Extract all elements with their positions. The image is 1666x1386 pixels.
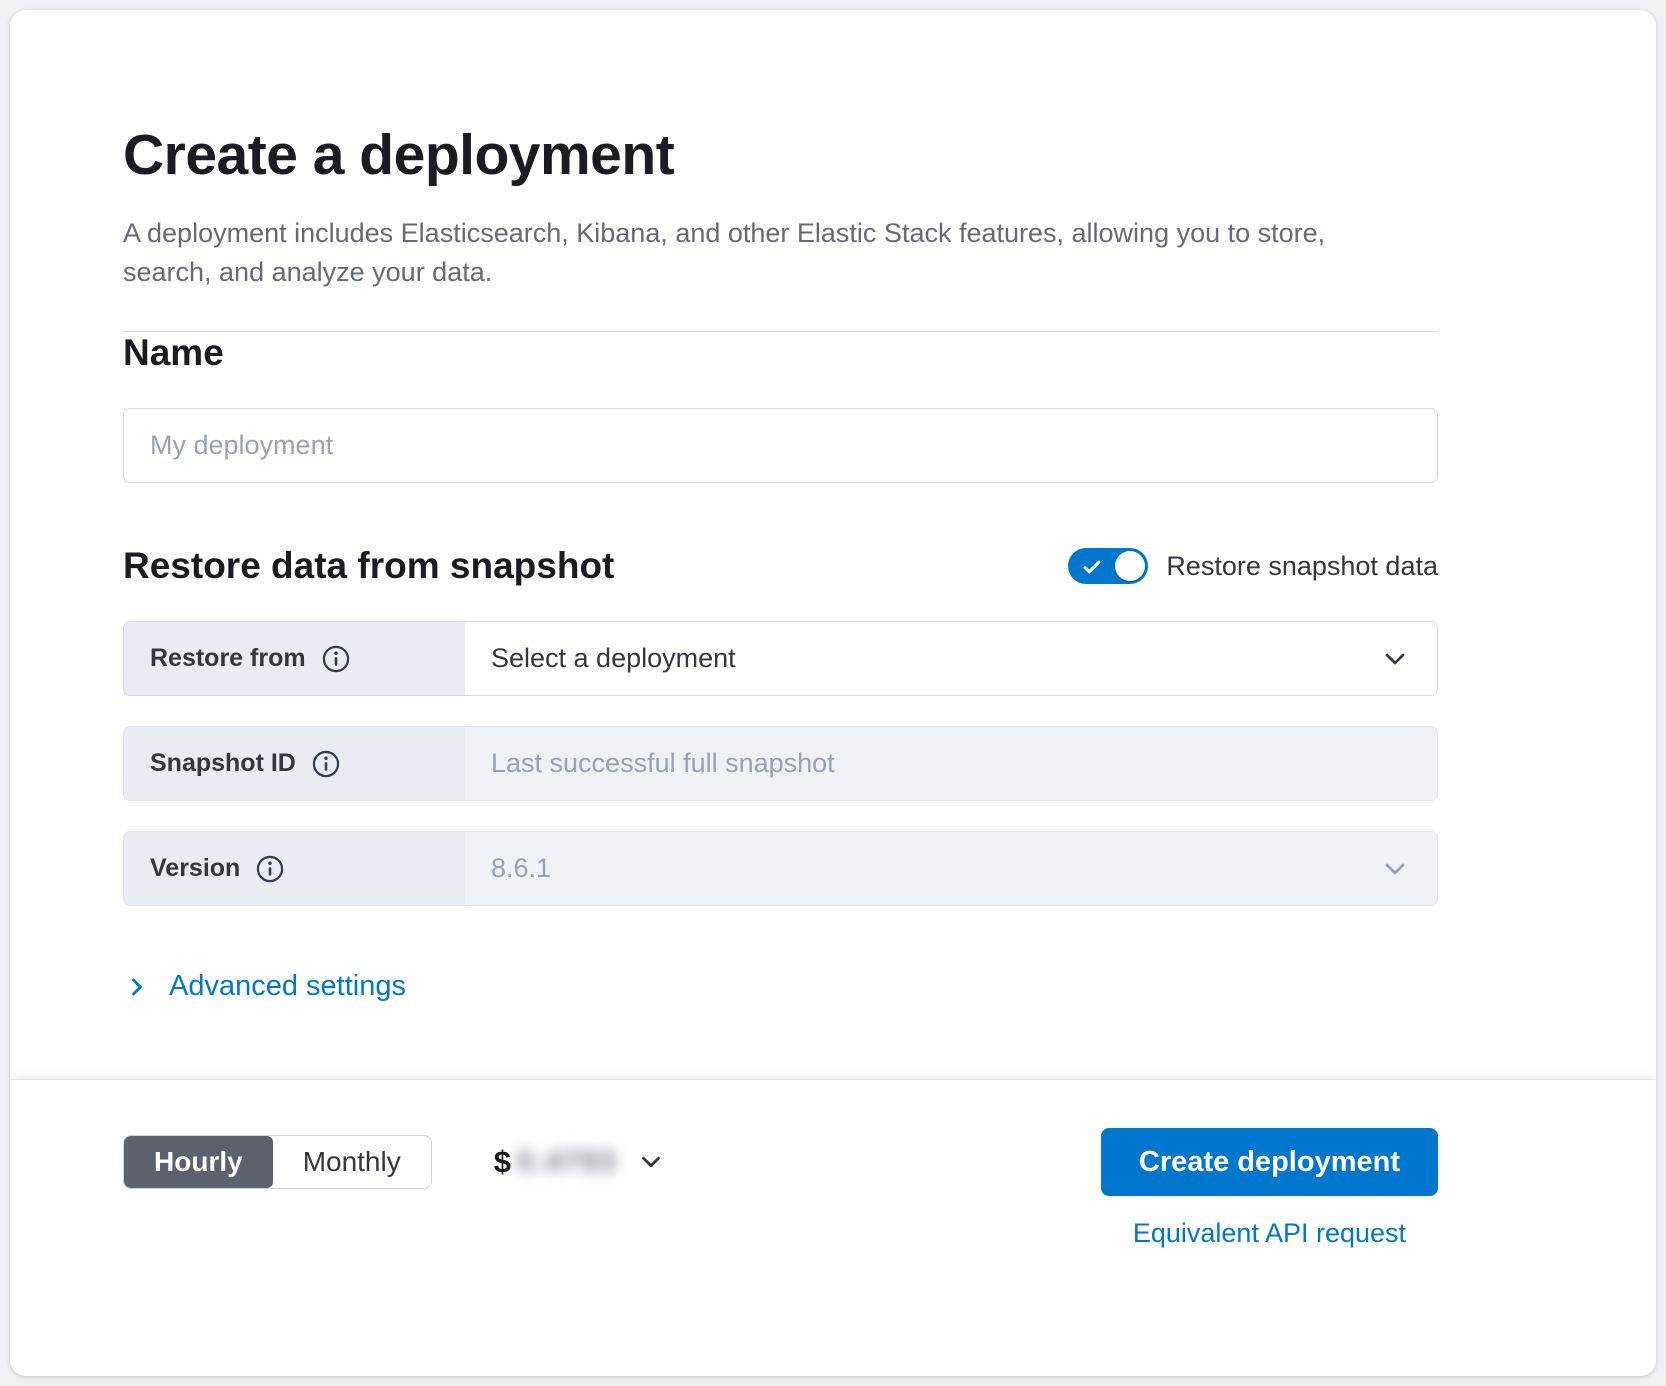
price-dropdown[interactable]: $ 0.4793 — [494, 1144, 666, 1180]
monthly-button[interactable]: Monthly — [273, 1136, 431, 1188]
create-deployment-button[interactable]: Create deployment — [1101, 1128, 1438, 1196]
price-amount-blurred: 0.4793 — [517, 1146, 618, 1179]
info-icon[interactable] — [256, 855, 284, 883]
info-icon[interactable] — [322, 645, 350, 673]
toggle-knob — [1115, 551, 1145, 581]
restore-from-label-cell: Restore from — [124, 622, 465, 695]
info-icon[interactable] — [312, 750, 340, 778]
restore-section-heading: Restore data from snapshot — [123, 545, 614, 587]
restore-from-value: Select a deployment — [491, 643, 736, 674]
hourly-button[interactable]: Hourly — [124, 1136, 273, 1188]
snapshot-id-label: Snapshot ID — [150, 749, 296, 778]
equivalent-api-request-link[interactable]: Equivalent API request — [1133, 1218, 1406, 1249]
footer-bar: Hourly Monthly $ 0.4793 Create deploymen… — [10, 1080, 1656, 1376]
snapshot-id-label-cell: Snapshot ID — [124, 727, 465, 800]
version-row: Version 8.6.1 — [123, 831, 1438, 906]
chevron-down-icon — [1379, 853, 1411, 885]
restore-from-select[interactable]: Select a deployment — [465, 622, 1437, 695]
name-section-heading: Name — [123, 332, 1438, 374]
restore-from-label: Restore from — [150, 644, 306, 673]
restore-from-row: Restore from Select a deployment — [123, 621, 1438, 696]
billing-interval-group: Hourly Monthly — [123, 1135, 432, 1189]
chevron-down-icon — [1379, 643, 1411, 675]
snapshot-id-row: Snapshot ID Last successful full snapsho… — [123, 726, 1438, 801]
chevron-right-icon — [123, 973, 151, 1001]
advanced-settings-link[interactable]: Advanced settings — [123, 970, 406, 1003]
check-icon — [1081, 556, 1103, 583]
main-content: Create a deployment A deployment include… — [10, 10, 1656, 1080]
advanced-settings-label: Advanced settings — [169, 970, 406, 1003]
chevron-down-icon — [636, 1147, 666, 1177]
price-currency: $ — [494, 1144, 511, 1180]
version-label: Version — [150, 854, 240, 883]
deployment-name-input[interactable] — [123, 408, 1438, 483]
restore-toggle-label: Restore snapshot data — [1166, 551, 1438, 582]
page-title: Create a deployment — [123, 122, 1438, 188]
version-select: 8.6.1 — [465, 832, 1437, 905]
restore-snapshot-toggle[interactable] — [1068, 548, 1148, 584]
snapshot-id-placeholder: Last successful full snapshot — [491, 748, 835, 779]
create-deployment-card: Create a deployment A deployment include… — [10, 10, 1656, 1376]
page-subtitle: A deployment includes Elasticsearch, Kib… — [123, 214, 1413, 291]
version-label-cell: Version — [124, 832, 465, 905]
version-value: 8.6.1 — [491, 853, 551, 884]
snapshot-id-input: Last successful full snapshot — [465, 727, 1437, 800]
